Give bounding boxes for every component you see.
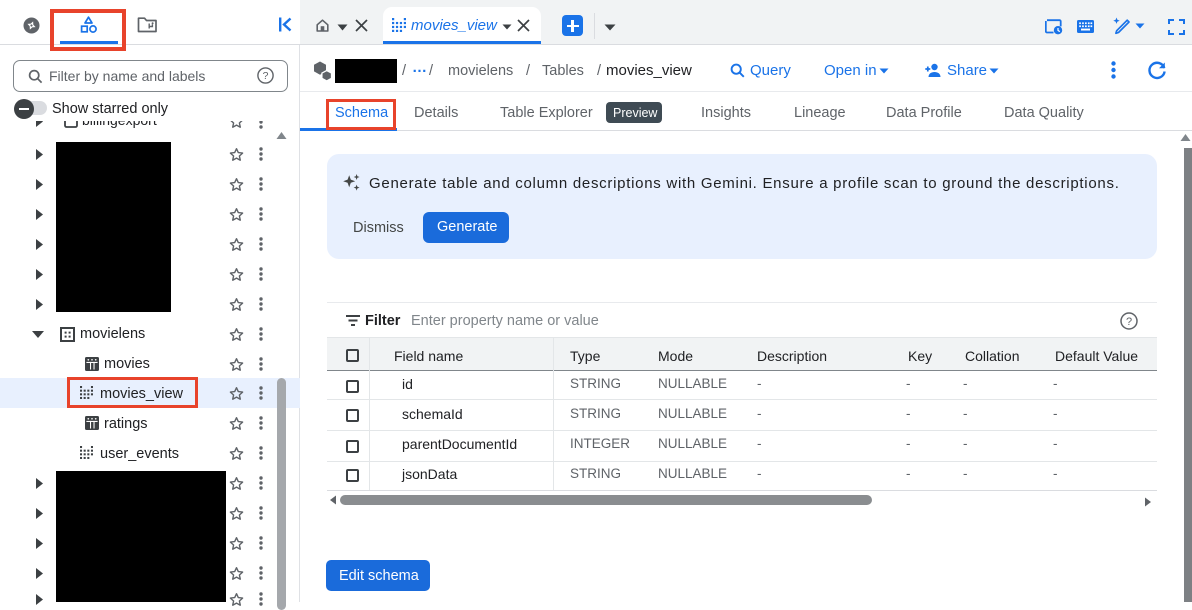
svg-text:?: ? [263,70,269,82]
svg-text:?: ? [1126,316,1132,328]
